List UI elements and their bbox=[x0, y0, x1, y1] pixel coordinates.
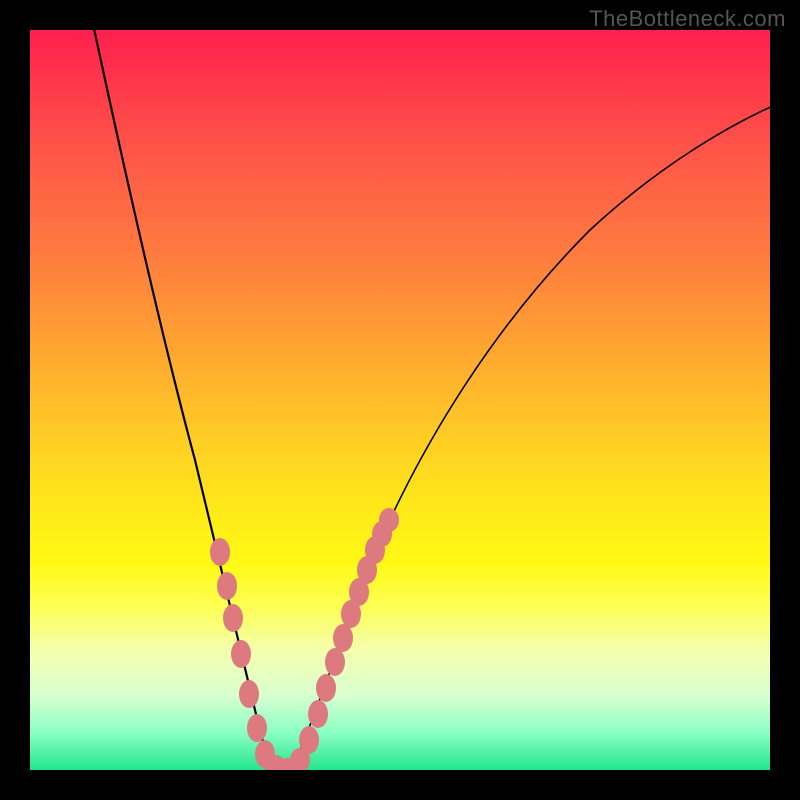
bottleneck-curve-right bbox=[292, 105, 770, 768]
marker-dot bbox=[223, 604, 243, 632]
marker-dot bbox=[217, 572, 237, 600]
marker-dot bbox=[210, 538, 230, 566]
plot-area bbox=[30, 30, 770, 770]
chart-frame: TheBottleneck.com bbox=[0, 0, 800, 800]
watermark-text: TheBottleneck.com bbox=[589, 6, 786, 32]
curve-layer bbox=[30, 30, 770, 770]
marker-dot bbox=[379, 508, 399, 532]
marker-dot bbox=[239, 680, 259, 708]
marker-dot bbox=[299, 726, 319, 754]
marker-dot bbox=[325, 648, 345, 676]
marker-dot bbox=[333, 624, 353, 652]
marker-dot bbox=[231, 640, 251, 668]
marker-dot bbox=[308, 700, 328, 728]
marker-dot bbox=[316, 674, 336, 702]
marker-dot bbox=[247, 714, 267, 742]
